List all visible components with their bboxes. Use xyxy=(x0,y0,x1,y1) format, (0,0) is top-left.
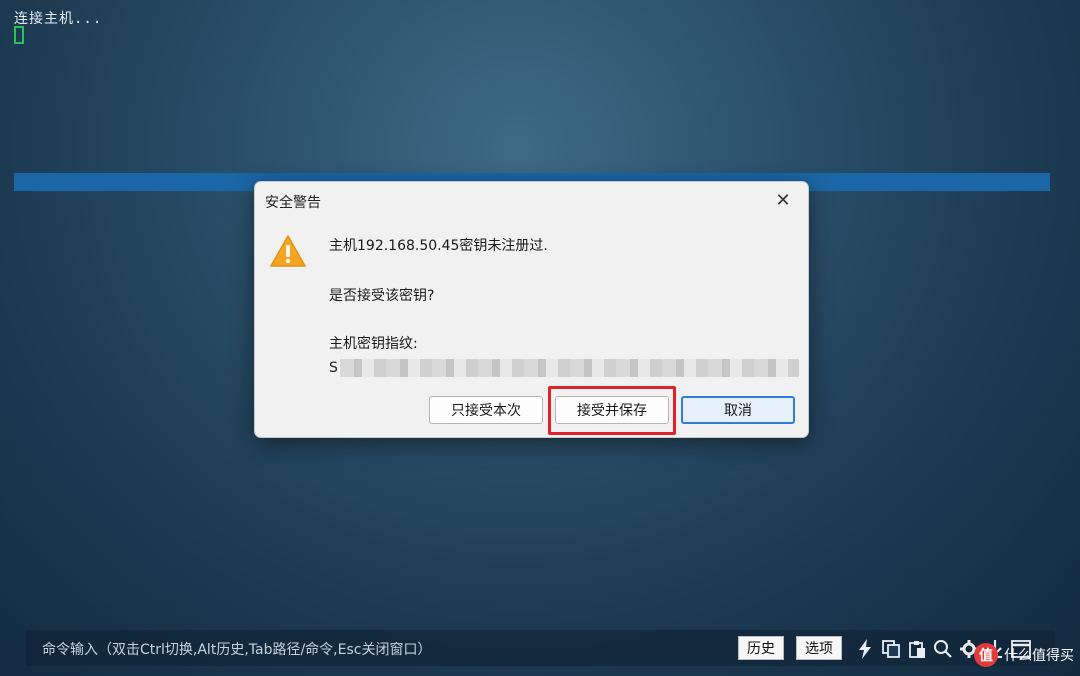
dialog-title: 安全警告 xyxy=(265,195,321,211)
accept-once-button[interactable]: 只接受本次 xyxy=(429,396,543,424)
cancel-button[interactable]: 取消 xyxy=(681,396,795,424)
close-icon: ✕ xyxy=(775,189,791,211)
watermark: 值 什么值得买 xyxy=(974,642,1074,668)
fingerprint-value: S xyxy=(329,358,799,378)
options-button[interactable]: 选项 xyxy=(796,636,842,660)
paste-icon[interactable] xyxy=(906,638,928,660)
fingerprint-label: 主机密钥指纹: xyxy=(329,336,418,352)
terminal-cursor xyxy=(14,26,24,44)
terminal-status-text: 连接主机... xyxy=(14,11,103,27)
copy-icon[interactable] xyxy=(880,638,902,660)
warning-icon xyxy=(270,235,306,267)
security-warning-dialog: 安全警告 ✕ 主机192.168.50.45密钥未注册过. 是否接受该密钥? 主… xyxy=(254,181,809,438)
command-input-bar[interactable]: 命令输入（双击Ctrl切换,Alt历史,Tab路径/命令,Esc关闭窗口） 历史… xyxy=(26,630,1054,666)
watermark-logo-icon: 值 xyxy=(974,643,998,667)
annotation-highlight-box xyxy=(548,386,676,435)
host-key-message: 主机192.168.50.45密钥未注册过. xyxy=(329,238,548,254)
close-button[interactable]: ✕ xyxy=(768,188,798,212)
lightning-icon[interactable] xyxy=(854,638,876,660)
history-button[interactable]: 历史 xyxy=(738,636,784,660)
fingerprint-prefix: S xyxy=(329,360,338,376)
fingerprint-redacted xyxy=(339,359,799,377)
accept-question: 是否接受该密钥? xyxy=(329,288,435,304)
command-input-hint[interactable]: 命令输入（双击Ctrl切换,Alt历史,Tab路径/命令,Esc关闭窗口） xyxy=(42,639,431,659)
watermark-text: 什么值得买 xyxy=(1004,648,1074,664)
search-icon[interactable] xyxy=(932,638,954,660)
